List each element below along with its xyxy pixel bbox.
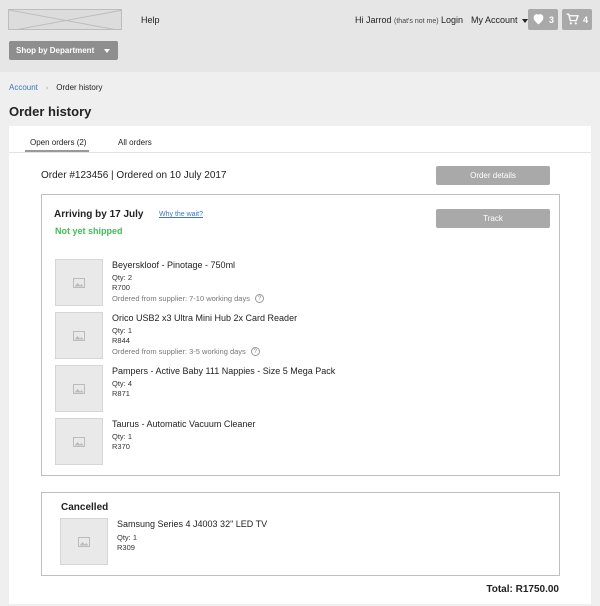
product-name[interactable]: Orico USB2 x3 Ultra Mini Hub 2x Card Rea… <box>112 313 297 323</box>
my-account-label: My Account <box>471 15 518 25</box>
list-item: Orico USB2 x3 Ultra Mini Hub 2x Card Rea… <box>55 312 535 360</box>
product-price: R309 <box>117 543 135 552</box>
order-details-button[interactable]: Order details <box>436 166 550 185</box>
order-history-panel: Open orders (2) All orders Order #123456… <box>9 126 591 604</box>
product-price: R700 <box>112 283 130 292</box>
login-link[interactable]: Login <box>441 15 463 25</box>
order-total: Total: R1750.00 <box>486 584 559 595</box>
tab-open-orders[interactable]: Open orders (2) <box>30 138 86 147</box>
wishlist-button[interactable]: 3 <box>528 9 558 30</box>
supplier-note: Ordered from supplier: 7-10 working days… <box>112 294 264 303</box>
list-item: Samsung Series 4 J4003 32" LED TV Qty: 1… <box>60 518 540 566</box>
product-price: R871 <box>112 389 130 398</box>
info-icon[interactable]: ? <box>250 347 260 356</box>
cart-icon <box>566 12 579 27</box>
help-link[interactable]: Help <box>141 15 160 25</box>
site-header: Help Hi Jarrod (that's not me) Login My … <box>0 0 600 72</box>
image-placeholder-icon <box>78 536 90 547</box>
arriving-date: Arriving by 17 July <box>54 209 144 220</box>
shop-by-department-button[interactable]: Shop by Department <box>9 41 118 60</box>
list-item: Taurus - Automatic Vacuum Cleaner Qty: 1… <box>55 418 535 466</box>
my-account-menu[interactable]: My Account <box>471 15 528 25</box>
product-name[interactable]: Samsung Series 4 J4003 32" LED TV <box>117 519 267 529</box>
greeting-text: Hi Jarrod <box>355 15 392 25</box>
cart-button[interactable]: 4 <box>562 9 592 30</box>
active-tab-indicator <box>25 150 89 152</box>
product-image[interactable] <box>55 418 103 465</box>
cancelled-title: Cancelled <box>61 502 109 513</box>
product-qty: Qty: 2 <box>112 273 133 282</box>
product-price: R844 <box>112 336 130 345</box>
logo-placeholder[interactable] <box>8 9 122 30</box>
list-item: Pampers - Active Baby 111 Nappies - Size… <box>55 365 535 413</box>
product-name[interactable]: Pampers - Active Baby 111 Nappies - Size… <box>112 366 335 376</box>
product-name[interactable]: Beyerskloof - Pinotage - 750ml <box>112 260 235 270</box>
product-image[interactable] <box>55 312 103 359</box>
arriving-shipment-box: Arriving by 17 July Why the wait? Not ye… <box>41 194 560 476</box>
product-image[interactable] <box>55 259 103 306</box>
page-title: Order history <box>9 104 92 119</box>
tab-all-orders[interactable]: All orders <box>118 138 152 147</box>
image-placeholder-icon <box>73 330 85 341</box>
image-placeholder-icon <box>73 436 85 447</box>
cancelled-box: Cancelled Samsung Series 4 J4003 32" LED… <box>41 492 560 576</box>
list-item: Beyerskloof - Pinotage - 750ml Qty: 2 R7… <box>55 259 535 307</box>
breadcrumb: Account › Order history <box>9 83 102 92</box>
order-heading: Order #123456 | Ordered on 10 July 2017 <box>41 170 227 181</box>
image-placeholder-icon <box>73 277 85 288</box>
breadcrumb-current: Order history <box>56 83 103 92</box>
track-button[interactable]: Track <box>436 209 550 228</box>
wishlist-count: 3 <box>548 14 554 25</box>
product-image[interactable] <box>60 518 108 565</box>
product-qty: Qty: 1 <box>112 432 133 441</box>
image-placeholder-icon <box>73 383 85 394</box>
user-greeting: Hi Jarrod (that's not me) <box>355 15 439 25</box>
shipping-status: Not yet shipped <box>55 226 123 236</box>
product-name[interactable]: Taurus - Automatic Vacuum Cleaner <box>112 419 255 429</box>
cart-count: 4 <box>582 14 588 25</box>
supplier-note: Ordered from supplier: 3-5 working days? <box>112 347 260 356</box>
product-qty: Qty: 4 <box>112 379 133 388</box>
chevron-right-icon: › <box>45 85 49 92</box>
product-price: R370 <box>112 442 130 451</box>
chevron-down-icon <box>521 18 528 23</box>
product-image[interactable] <box>55 365 103 412</box>
shop-by-department-label: Shop by Department <box>16 46 95 55</box>
product-qty: Qty: 1 <box>112 326 133 335</box>
supplier-note-text: Ordered from supplier: 3-5 working days <box>112 347 246 356</box>
info-icon[interactable]: ? <box>254 294 264 303</box>
chevron-down-icon <box>104 49 110 53</box>
supplier-note-text: Ordered from supplier: 7-10 working days <box>112 294 250 303</box>
breadcrumb-account-link[interactable]: Account <box>9 83 38 92</box>
heart-icon <box>532 13 545 27</box>
not-me-link[interactable]: (that's not me) <box>394 18 439 25</box>
why-the-wait-link[interactable]: Why the wait? <box>159 211 203 218</box>
order-tabs: Open orders (2) All orders <box>9 126 591 153</box>
product-qty: Qty: 1 <box>117 533 138 542</box>
